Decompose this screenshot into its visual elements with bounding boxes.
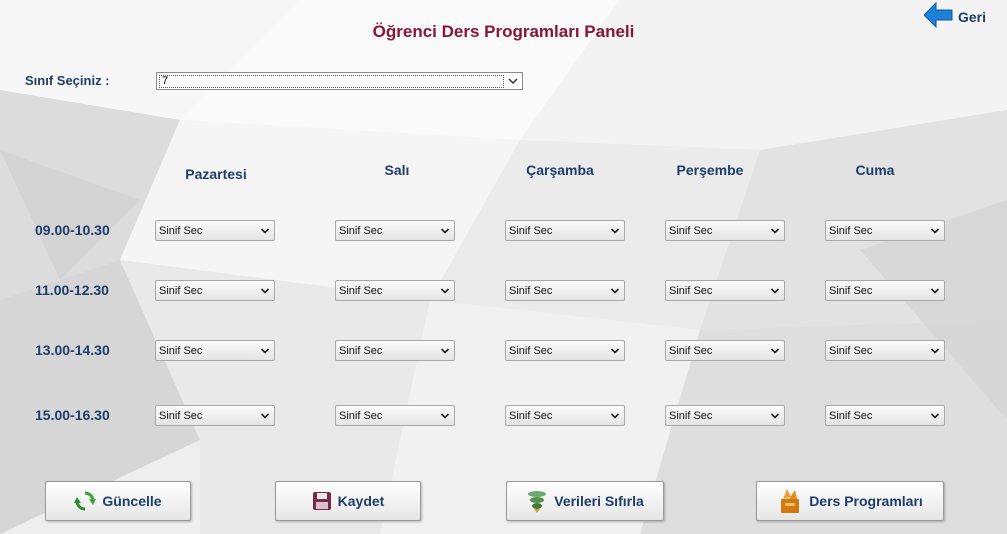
slot-select-value: Sinif Sec bbox=[159, 409, 203, 422]
chevron-down-icon bbox=[930, 226, 940, 236]
arrow-left-icon bbox=[923, 1, 954, 33]
chevron-down-icon bbox=[930, 346, 940, 356]
slot-select-value: Sinif Sec bbox=[339, 409, 383, 422]
slot-select-value: Sinif Sec bbox=[159, 344, 203, 357]
slot-select-monday-2[interactable]: Sinif Sec bbox=[155, 280, 275, 301]
programs-button[interactable]: Ders Programları bbox=[756, 481, 944, 521]
chevron-down-icon bbox=[610, 411, 620, 421]
chevron-down-icon bbox=[440, 286, 450, 296]
slot-select-monday-1[interactable]: Sinif Sec bbox=[155, 220, 275, 241]
slot-select-value: Sinif Sec bbox=[159, 284, 203, 297]
back-label: Geri bbox=[958, 9, 987, 25]
slot-select-value: Sinif Sec bbox=[829, 284, 873, 297]
slot-select-thursday-4[interactable]: Sinif Sec bbox=[665, 405, 785, 426]
update-button[interactable]: Güncelle bbox=[45, 481, 191, 521]
programs-button-label: Ders Programları bbox=[809, 493, 923, 509]
slot-select-thursday-1[interactable]: Sinif Sec bbox=[665, 220, 785, 241]
slot-select-value: Sinif Sec bbox=[339, 284, 383, 297]
chevron-down-icon bbox=[770, 226, 780, 236]
slot-select-value: Sinif Sec bbox=[509, 224, 553, 237]
day-header-tuesday: Salı bbox=[384, 162, 410, 178]
slot-select-value: Sinif Sec bbox=[339, 224, 383, 237]
slot-select-value: Sinif Sec bbox=[669, 409, 713, 422]
reset-button[interactable]: Verileri Sıfırla bbox=[506, 481, 664, 521]
chevron-down-icon bbox=[610, 346, 620, 356]
chevron-down-icon bbox=[260, 411, 270, 421]
slot-select-monday-3[interactable]: Sinif Sec bbox=[155, 340, 275, 361]
chevron-down-icon bbox=[507, 75, 519, 90]
slot-select-monday-4[interactable]: Sinif Sec bbox=[155, 405, 275, 426]
day-header-wednesday: Çarşamba bbox=[526, 162, 594, 178]
chevron-down-icon bbox=[440, 346, 450, 356]
chevron-down-icon bbox=[770, 286, 780, 296]
slot-select-tuesday-3[interactable]: Sinif Sec bbox=[335, 340, 455, 361]
chevron-down-icon bbox=[610, 226, 620, 236]
refresh-icon bbox=[74, 490, 97, 512]
day-header-friday: Cuma bbox=[855, 162, 895, 178]
class-select[interactable]: 7 bbox=[156, 72, 523, 90]
chevron-down-icon bbox=[770, 411, 780, 421]
time-slot-2: 11.00-12.30 bbox=[35, 282, 109, 298]
slot-select-value: Sinif Sec bbox=[669, 284, 713, 297]
slot-select-friday-3[interactable]: Sinif Sec bbox=[825, 340, 945, 361]
day-header-thursday: Perşembe bbox=[676, 162, 744, 178]
chevron-down-icon bbox=[260, 346, 270, 356]
save-button[interactable]: Kaydet bbox=[275, 481, 421, 521]
chevron-down-icon bbox=[930, 286, 940, 296]
class-select-value: 7 bbox=[159, 74, 504, 88]
programs-icon bbox=[777, 487, 803, 515]
slot-select-value: Sinif Sec bbox=[829, 224, 873, 237]
slot-select-value: Sinif Sec bbox=[829, 409, 873, 422]
chevron-down-icon bbox=[440, 411, 450, 421]
slot-select-value: Sinif Sec bbox=[669, 344, 713, 357]
reset-button-label: Verileri Sıfırla bbox=[554, 493, 644, 509]
slot-select-value: Sinif Sec bbox=[339, 344, 383, 357]
floppy-disk-icon bbox=[312, 491, 332, 511]
update-button-label: Güncelle bbox=[102, 493, 162, 509]
slot-select-wednesday-3[interactable]: Sinif Sec bbox=[505, 340, 625, 361]
slot-select-tuesday-2[interactable]: Sinif Sec bbox=[335, 280, 455, 301]
chevron-down-icon bbox=[260, 286, 270, 296]
slot-select-wednesday-4[interactable]: Sinif Sec bbox=[505, 405, 625, 426]
chevron-down-icon bbox=[610, 286, 620, 296]
chevron-down-icon bbox=[930, 411, 940, 421]
class-select-label: Sınıf Seçiniz : bbox=[25, 73, 110, 88]
slot-select-wednesday-2[interactable]: Sinif Sec bbox=[505, 280, 625, 301]
time-slot-4: 15.00-16.30 bbox=[35, 407, 110, 423]
chevron-down-icon bbox=[260, 226, 270, 236]
reset-icon bbox=[526, 489, 548, 513]
save-button-label: Kaydet bbox=[337, 493, 385, 509]
slot-select-value: Sinif Sec bbox=[509, 284, 553, 297]
slot-select-thursday-2[interactable]: Sinif Sec bbox=[665, 280, 785, 301]
slot-select-friday-1[interactable]: Sinif Sec bbox=[825, 220, 945, 241]
slot-select-wednesday-1[interactable]: Sinif Sec bbox=[505, 220, 625, 241]
slot-select-friday-4[interactable]: Sinif Sec bbox=[825, 405, 945, 426]
slot-select-tuesday-4[interactable]: Sinif Sec bbox=[335, 405, 455, 426]
slot-select-friday-2[interactable]: Sinif Sec bbox=[825, 280, 945, 301]
time-slot-1: 09.00-10.30 bbox=[35, 222, 110, 238]
time-slot-3: 13.00-14.30 bbox=[35, 342, 110, 358]
day-header-monday: Pazartesi bbox=[185, 166, 247, 182]
chevron-down-icon bbox=[770, 346, 780, 356]
slot-select-value: Sinif Sec bbox=[509, 409, 553, 422]
slot-select-value: Sinif Sec bbox=[159, 224, 203, 237]
slot-select-thursday-3[interactable]: Sinif Sec bbox=[665, 340, 785, 361]
slot-select-tuesday-1[interactable]: Sinif Sec bbox=[335, 220, 455, 241]
chevron-down-icon bbox=[440, 226, 450, 236]
slot-select-value: Sinif Sec bbox=[509, 344, 553, 357]
slot-select-value: Sinif Sec bbox=[669, 224, 713, 237]
slot-select-value: Sinif Sec bbox=[829, 344, 873, 357]
page-title: Öğrenci Ders Programları Paneli bbox=[372, 22, 635, 41]
back-button[interactable]: Geri bbox=[923, 1, 987, 33]
